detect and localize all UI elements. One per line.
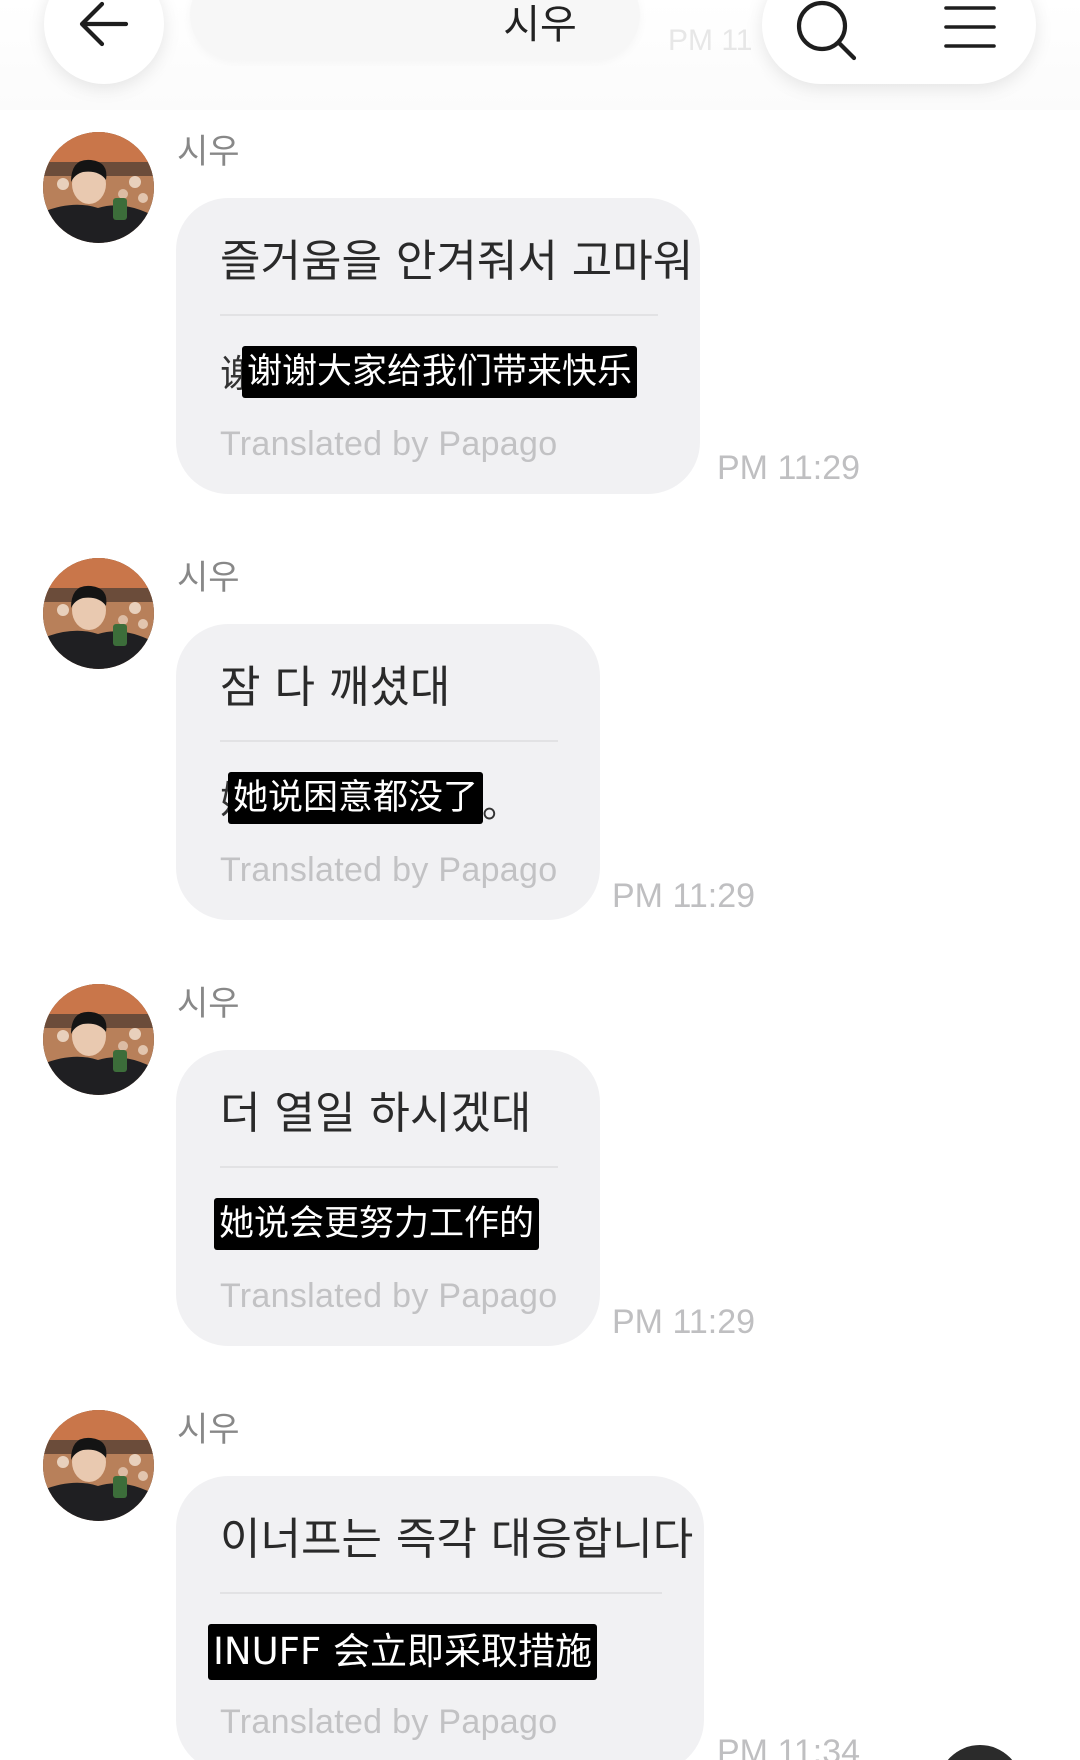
hamburger-menu-icon[interactable] — [942, 2, 998, 52]
header-actions — [762, 0, 1036, 84]
translated-by-papago: Translated by Papago — [220, 1703, 558, 1741]
bubble-divider — [220, 1592, 662, 1594]
message-bubble[interactable]: 즐거움을 안겨줘서 고마워 谢 谢谢大家给我们带来快乐 Translated b… — [176, 198, 700, 494]
bubble-divider — [220, 740, 558, 742]
chat-header: PM 11 시우 — [0, 0, 1080, 110]
bubble-divider — [220, 314, 658, 316]
avatar-photo — [43, 1410, 154, 1521]
message-time: PM 11:34 — [717, 1733, 861, 1760]
translated-by-papago: Translated by Papago — [220, 851, 558, 889]
message-time: PM 11:29 — [717, 449, 861, 487]
sender-name: 시우 — [177, 1410, 240, 1450]
message-time: PM 11:29 — [612, 1303, 756, 1341]
avatar[interactable] — [43, 1410, 154, 1521]
sender-name: 시우 — [177, 132, 240, 172]
message-bubble[interactable]: 이너프는 즉각 대응합니다 INUFF 会立即采取措施 Translated b… — [176, 1476, 704, 1760]
translation-tail: 。 — [482, 782, 521, 826]
avatar[interactable] — [43, 558, 154, 669]
avatar[interactable] — [43, 132, 154, 243]
bubble-divider — [220, 1166, 558, 1168]
avatar-photo — [43, 558, 154, 669]
avatar-photo — [43, 132, 154, 243]
original-text: 더 열일 하시겠대 — [220, 1088, 532, 1139]
message-time: PM 11:29 — [612, 877, 756, 915]
message-bubble[interactable]: 더 열일 하시겠대 她说会更努力工作的 Translated by Papago — [176, 1050, 600, 1346]
original-text: 이너프는 즉각 대응합니다 — [220, 1514, 694, 1565]
translation-text: 她说会更努力工作的 — [214, 1198, 540, 1250]
translation-text: INUFF 会立即采取措施 — [208, 1624, 597, 1680]
original-text: 즐거움을 안겨줘서 고마워 — [220, 236, 694, 287]
translated-by-papago: Translated by Papago — [220, 1277, 558, 1315]
message-bubble[interactable]: 잠 다 깨셨대 她 她说困意都没了 。 Translated by Papago — [176, 624, 600, 920]
original-text: 잠 다 깨셨대 — [220, 662, 451, 713]
sender-name: 시우 — [177, 558, 240, 598]
search-icon[interactable] — [794, 0, 860, 64]
sender-name: 시우 — [177, 984, 240, 1024]
scroll-down-button[interactable] — [938, 1745, 1022, 1760]
translated-by-papago: Translated by Papago — [220, 425, 558, 463]
translation-text: 谢谢大家给我们带来快乐 — [242, 346, 638, 398]
chat-screen: PM 11 시우 시우 즐거움을 안겨줘서 고마워 谢 谢谢大家给我们带来快乐 … — [0, 0, 1080, 1760]
avatar-photo — [43, 984, 154, 1095]
avatar[interactable] — [43, 984, 154, 1095]
translation-text: 她说困意都没了 — [228, 772, 484, 824]
